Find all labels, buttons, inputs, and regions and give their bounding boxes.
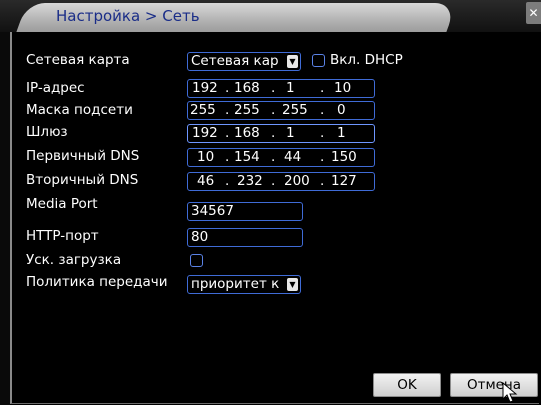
fast-boot-label: Уск. загрузка [26,252,122,268]
window-title: Настройка > Сеть [56,7,200,25]
network-settings-window: Настройка > Сеть ✕ Сетевая карта Сетевая… [0,0,541,405]
dns1-separator: . [271,149,276,165]
subnet-mask-field[interactable]: 255 . 255 . 255 . 0 [187,101,375,120]
dns1-octet-2[interactable]: 154 [234,149,260,166]
ip-octet-1[interactable]: 192 [192,80,218,97]
ip-separator: . [320,80,325,96]
subnet-separator: . [320,102,325,118]
ip-label: IP-адрес [26,80,85,96]
gateway-octet-1[interactable]: 192 [192,125,218,142]
subnet-octet-4[interactable]: 0 [337,102,346,119]
gateway-octet-2[interactable]: 168 [234,125,260,142]
ip-address-field[interactable]: 192 . 168 . 1 . 10 [187,79,375,98]
chevron-down-icon: ▼ [287,55,298,68]
transfer-policy-label: Политика передачи [26,274,168,290]
chevron-down-icon: ▼ [287,278,298,291]
dns2-octet-2[interactable]: 232 [237,173,263,190]
gateway-separator: . [225,125,230,141]
subnet-octet-1[interactable]: 255 [190,102,216,119]
http-port-field[interactable]: 80 [187,228,303,247]
ip-octet-4[interactable]: 10 [334,80,351,97]
network-card-select[interactable]: Сетевая кар ▼ [187,52,301,71]
media-port-field[interactable]: 34567 [187,202,303,221]
gateway-octet-3[interactable]: 1 [286,125,295,142]
ip-separator: . [271,80,276,96]
transfer-policy-select[interactable]: приоритет к ▼ [187,275,301,294]
dns2-separator: . [271,173,276,189]
network-card-value: Сетевая кар [191,53,279,69]
dns1-octet-1[interactable]: 10 [197,149,214,166]
dns2-label: Вторичный DNS [26,172,139,188]
transfer-policy-value: приоритет к [191,276,280,292]
cancel-button[interactable]: Отмена [450,373,538,397]
dns1-octet-4[interactable]: 150 [331,149,357,166]
subnet-separator: . [225,102,230,118]
dhcp-label: Вкл. DHCP [330,52,403,68]
ip-octet-3[interactable]: 1 [286,80,295,97]
ok-button[interactable]: OK [373,373,441,397]
ip-octet-2[interactable]: 168 [234,80,260,97]
subnet-octet-3[interactable]: 255 [282,102,308,119]
close-icon[interactable]: ✕ [526,2,541,24]
fast-boot-checkbox[interactable] [190,254,203,267]
subnet-separator: . [271,102,276,118]
gateway-field[interactable]: 192 . 168 . 1 . 1 [187,124,375,143]
dns2-octet-3[interactable]: 200 [284,173,310,190]
mouse-cursor-icon [502,382,518,403]
subnet-label: Маска подсети [26,102,133,118]
dns2-separator: . [225,173,230,189]
dns2-octet-4[interactable]: 127 [331,173,357,190]
dns1-label: Первичный DNS [26,148,140,164]
dns2-separator: . [320,173,325,189]
gateway-label: Шлюз [26,124,68,140]
dhcp-checkbox[interactable] [312,54,325,67]
gateway-separator: . [271,125,276,141]
gateway-octet-4[interactable]: 1 [337,125,346,142]
dns1-separator: . [320,149,325,165]
secondary-dns-field[interactable]: 46 . 232 . 200 . 127 [187,172,375,191]
left-edge [0,32,10,405]
gateway-separator: . [320,125,325,141]
media-port-label: Media Port [26,196,98,212]
subnet-octet-2[interactable]: 255 [234,102,260,119]
dns1-separator: . [225,149,230,165]
http-port-label: HTTP-порт [26,228,99,244]
primary-dns-field[interactable]: 10 . 154 . 44 . 150 [187,148,375,167]
ip-separator: . [225,80,230,96]
dns2-octet-1[interactable]: 46 [197,173,214,190]
network-card-label: Сетевая карта [26,52,130,68]
dns1-octet-3[interactable]: 44 [284,149,301,166]
